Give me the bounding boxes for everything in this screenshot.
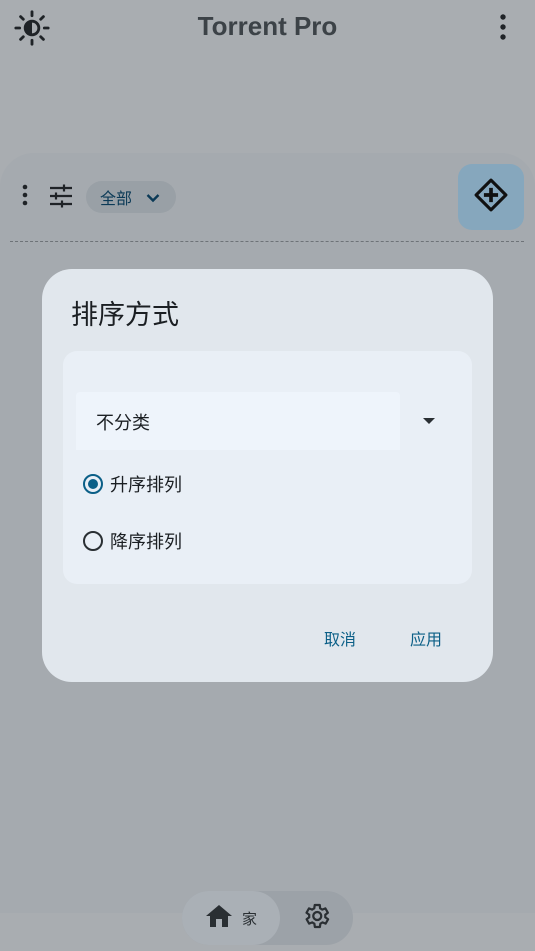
radio-button-ascending[interactable] xyxy=(83,474,103,494)
sort-field-select[interactable]: 不分类 xyxy=(76,392,400,450)
radio-label-ascending: 升序排列 xyxy=(110,475,182,496)
nav-item-settings[interactable] xyxy=(300,902,332,934)
nav-item-home[interactable]: 家 xyxy=(182,891,280,945)
overflow-menu-button[interactable] xyxy=(488,12,518,46)
sort-field-value: 不分类 xyxy=(96,413,150,434)
directions-icon xyxy=(474,178,508,216)
tune-icon xyxy=(48,184,74,212)
settings-icon xyxy=(301,901,331,935)
dropdown-arrow-icon[interactable] xyxy=(417,409,441,433)
home-icon xyxy=(205,904,233,932)
sort-dialog: 排序方式 不分类 升序排列 降序排列 取消 应用 xyxy=(42,269,493,682)
chevron-down-icon xyxy=(146,188,160,207)
list-menu-button[interactable] xyxy=(14,184,36,210)
app-title: Torrent Pro xyxy=(197,11,338,41)
radio-descending[interactable]: 降序排列 xyxy=(83,526,182,556)
dialog-content: 不分类 升序排列 降序排列 xyxy=(63,351,472,584)
add-torrent-button[interactable] xyxy=(458,164,524,230)
apply-button[interactable]: 应用 xyxy=(410,626,442,650)
radio-label-descending: 降序排列 xyxy=(110,532,182,553)
radio-ascending[interactable]: 升序排列 xyxy=(83,469,182,499)
filter-chip[interactable]: 全部 xyxy=(86,181,176,213)
filter-chip-label: 全部 xyxy=(100,189,133,208)
radio-button-descending[interactable] xyxy=(83,531,103,551)
nav-home-label: 家 xyxy=(241,909,257,928)
bottom-navigation: 家 xyxy=(182,891,353,945)
sort-filter-button[interactable] xyxy=(46,183,76,213)
app-bar: Torrent Pro xyxy=(0,0,535,58)
more-vert-icon xyxy=(21,184,29,210)
divider xyxy=(10,241,524,242)
more-vert-icon xyxy=(498,13,508,45)
cancel-button[interactable]: 取消 xyxy=(324,626,356,650)
dialog-title: 排序方式 xyxy=(71,300,179,331)
